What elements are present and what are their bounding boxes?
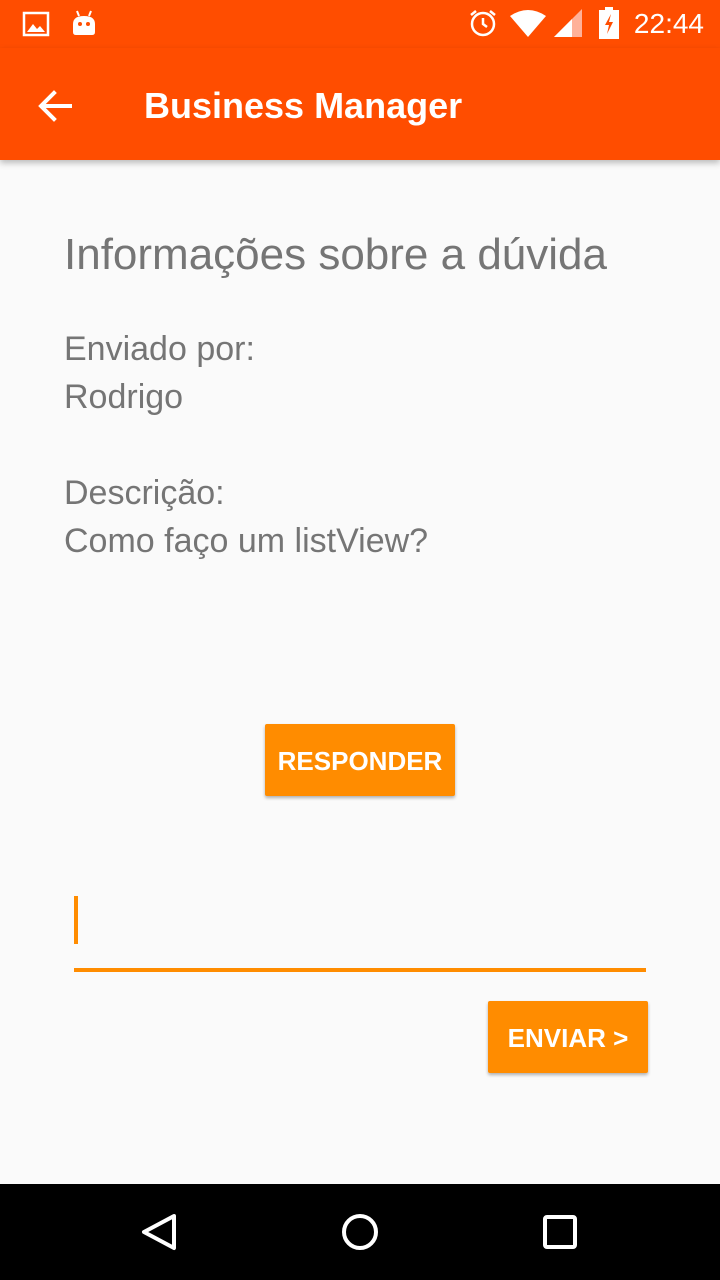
description-value: Como faço um listView? bbox=[64, 522, 429, 560]
app-title: Business Manager bbox=[144, 85, 463, 126]
navigation-bar bbox=[0, 1184, 720, 1280]
answer-input[interactable] bbox=[74, 872, 646, 972]
sent-by-value: Rodrigo bbox=[64, 378, 184, 416]
battery-charging-icon bbox=[599, 7, 619, 39]
reply-button-label: RESPONDER bbox=[277, 746, 443, 776]
send-button-label: ENVIAR > bbox=[507, 1023, 629, 1053]
status-bar: 22:44 bbox=[0, 0, 720, 48]
recents-square-icon[interactable] bbox=[536, 1208, 584, 1256]
image-icon bbox=[22, 11, 50, 37]
app-bar: Business Manager bbox=[0, 48, 720, 160]
description-label: Descrição: bbox=[64, 474, 225, 512]
wifi-icon bbox=[510, 10, 546, 37]
android-icon bbox=[73, 10, 95, 35]
sent-by-label: Enviado por: bbox=[64, 330, 255, 368]
arrow-left-icon[interactable] bbox=[36, 86, 76, 126]
back-triangle-icon[interactable] bbox=[136, 1208, 184, 1256]
alarm-icon bbox=[470, 10, 496, 37]
question-details: Informações sobre a dúvida Enviado por: … bbox=[0, 160, 720, 1184]
text-caret bbox=[74, 896, 78, 944]
send-button[interactable]: ENVIAR > bbox=[488, 1001, 648, 1073]
reply-button[interactable]: RESPONDER bbox=[265, 724, 455, 796]
input-underline bbox=[74, 968, 646, 972]
page-title: Informações sobre a dúvida bbox=[64, 230, 607, 279]
signal-icon bbox=[554, 9, 582, 37]
status-time: 22:44 bbox=[633, 8, 704, 39]
home-circle-icon[interactable] bbox=[336, 1208, 384, 1256]
